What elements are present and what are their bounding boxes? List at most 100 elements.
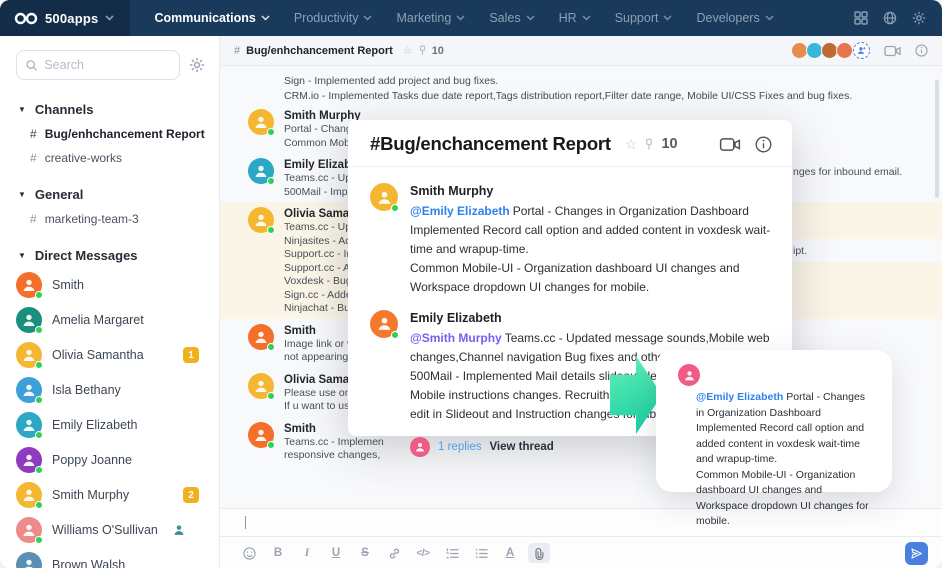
sidebar-dm-amelia-margaret[interactable]: Amelia Margaret [16, 307, 205, 333]
person-icon [253, 329, 269, 345]
info-icon[interactable] [755, 136, 772, 153]
online-dot [35, 536, 43, 544]
chat-header: # Bug/enhchancement Report ☆ 10 [220, 36, 942, 66]
person-icon [21, 557, 37, 568]
sidebar-dm-isla-bethany[interactable]: Isla Bethany [16, 377, 205, 403]
pin-icon[interactable] [645, 138, 653, 151]
nav-menu-hr[interactable]: HR [549, 0, 601, 36]
search-input[interactable] [44, 58, 170, 72]
person-icon [21, 417, 37, 433]
bold-icon[interactable]: B [267, 543, 289, 563]
bullet-list-icon[interactable] [470, 543, 492, 563]
info-icon[interactable] [915, 44, 928, 57]
italic-icon[interactable]: I [296, 543, 318, 563]
nav-menu-productivity[interactable]: Productivity [284, 0, 383, 36]
nav-menu-communications[interactable]: Communications [144, 0, 279, 36]
channel-title: Bug/enhchancement Report [246, 45, 393, 57]
person-icon [21, 487, 37, 503]
member-count[interactable]: 10 [661, 136, 677, 152]
sidebar-dm-williams-osullivan[interactable]: Williams O'Sullivan [16, 517, 205, 543]
apps-grid-icon[interactable] [854, 11, 868, 25]
chevron-down-icon [105, 15, 114, 21]
app-logo[interactable]: 500apps [0, 0, 130, 36]
callout-text: Common Mobile-UI - Organization dashboar… [696, 468, 876, 530]
avatar [410, 437, 430, 457]
ordered-list-icon[interactable] [441, 543, 463, 563]
section-direct-messages[interactable]: ▼ Direct Messages [18, 248, 205, 263]
globe-icon[interactable] [883, 11, 897, 25]
video-icon[interactable] [719, 137, 741, 152]
nav-menus: Communications Productivity Marketing Sa… [130, 0, 783, 36]
author-name: Smith Murphy [410, 183, 772, 199]
mention-link[interactable]: @Emily Elizabeth [410, 204, 510, 218]
replies-count[interactable]: 1 replies [438, 441, 481, 453]
gear-icon[interactable] [189, 57, 205, 73]
avatar [16, 307, 42, 333]
person-icon [21, 522, 37, 538]
mention-link[interactable]: @Smith Murphy [410, 331, 502, 345]
online-dot [35, 396, 43, 404]
nav-menu-marketing[interactable]: Marketing [386, 0, 475, 36]
nav-menu-sales[interactable]: Sales [479, 0, 544, 36]
app-window: 500apps Communications Productivity Mark… [0, 0, 942, 568]
nav-menu-support[interactable]: Support [605, 0, 683, 36]
avatar [16, 447, 42, 473]
collapse-caret-icon: ▼ [18, 190, 26, 199]
send-icon [910, 547, 923, 560]
online-dot [35, 466, 43, 474]
sidebar-dm-smith[interactable]: Smith [16, 272, 205, 298]
avatar [370, 183, 398, 211]
settings-icon[interactable] [912, 11, 926, 25]
send-button[interactable] [905, 542, 928, 565]
person-icon [253, 114, 269, 130]
underline-icon[interactable]: U [325, 543, 347, 563]
online-dot [391, 331, 399, 339]
chevron-down-icon [526, 15, 535, 21]
star-icon[interactable]: ☆ [625, 136, 638, 153]
star-icon[interactable]: ☆ [403, 44, 413, 57]
chevron-down-icon [765, 15, 774, 21]
chevron-down-icon [261, 15, 270, 21]
scrollbar[interactable] [935, 80, 939, 198]
sidebar-dm-smith-murphy[interactable]: Smith Murphy 2 [16, 482, 205, 508]
person-icon [21, 312, 37, 328]
hash-icon: # [234, 45, 240, 57]
view-thread-label[interactable]: View thread [489, 441, 553, 453]
sidebar-dm-brown-walsh[interactable]: Brown Walsh [16, 552, 205, 568]
avatar [248, 109, 274, 135]
sidebar-dm-emily-elizabeth[interactable]: Emily Elizabeth [16, 412, 205, 438]
avatar[interactable] [836, 42, 853, 59]
online-dot [267, 128, 275, 136]
sidebar-item-marketing-team-3[interactable]: # marketing-team-3 [30, 212, 205, 226]
avatar [678, 364, 700, 386]
text-color-icon[interactable]: A [499, 543, 521, 563]
sidebar-item-bug-report-channel[interactable]: # Bug/enhchancement Report [30, 127, 205, 141]
online-dot [35, 431, 43, 439]
emoji-icon[interactable] [238, 543, 260, 563]
avatar [16, 272, 42, 298]
section-general[interactable]: ▼ General [18, 187, 205, 202]
sidebar-dm-poppy-joanne[interactable]: Poppy Joanne [16, 447, 205, 473]
collapse-caret-icon: ▼ [18, 251, 26, 260]
infinity-logo-icon [14, 12, 38, 25]
paperclip-icon[interactable] [528, 543, 550, 563]
code-icon[interactable]: </> [412, 543, 434, 563]
strikethrough-icon[interactable]: S [354, 543, 376, 563]
nav-menu-developers[interactable]: Developers [686, 0, 783, 36]
member-count[interactable]: 10 [432, 45, 444, 57]
video-icon[interactable] [884, 45, 901, 57]
link-icon[interactable] [383, 543, 405, 563]
online-dot [35, 291, 43, 299]
sidebar-dm-olivia-samantha[interactable]: Olivia Samantha 1 [16, 342, 205, 368]
person-icon [253, 427, 269, 443]
person-icon [253, 378, 269, 394]
text-cursor [245, 516, 246, 529]
avatar [16, 412, 42, 438]
mention-link[interactable]: @Emily Elizabeth [696, 391, 783, 403]
person-add-icon[interactable] [853, 42, 870, 59]
hash-icon: # [30, 212, 37, 226]
section-channels[interactable]: ▼ Channels [18, 102, 205, 117]
modal-message-smith-murphy[interactable]: Smith Murphy @Emily ElizabethPortal - Ch… [370, 183, 770, 297]
pin-icon[interactable] [419, 45, 426, 56]
sidebar-item-creative-works[interactable]: # creative-works [30, 151, 205, 165]
